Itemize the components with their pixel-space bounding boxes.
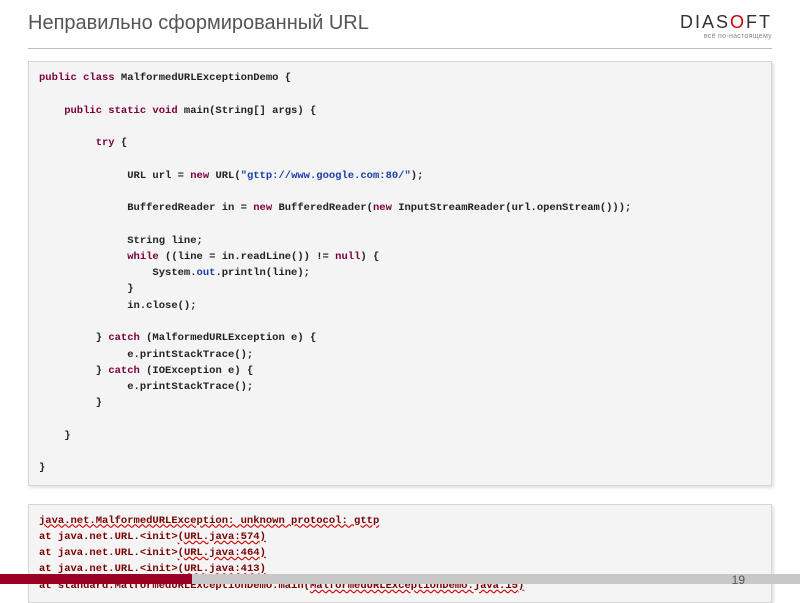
slide-header: Неправильно сформированный URL DIASOFT в… (0, 0, 800, 48)
code-token: MalformedURLExceptionDemo { (115, 72, 291, 84)
brand-logo-suffix: FT (746, 12, 772, 32)
code-token: System. (39, 267, 197, 279)
code-token: ((line = in.readLine()) != (159, 251, 335, 263)
code-token: while (39, 251, 159, 263)
code-token: } (39, 397, 102, 409)
header-divider (28, 48, 772, 49)
footer-accent-bar (0, 574, 800, 584)
code-token: InputStreamReader(url.openStream())); (392, 202, 631, 214)
code-token: "gttp://www.google.com:80/" (241, 170, 411, 182)
code-token: public static void (39, 105, 178, 117)
page-number: 19 (732, 573, 745, 587)
brand-logo: DIASOFT всё по-настоящему (680, 12, 772, 40)
error-token: : unknown protocol: gttp (228, 515, 379, 527)
code-token: BufferedReader in = (39, 202, 253, 214)
error-token: URL.java:574 (184, 531, 260, 543)
code-token: in.close(); (39, 300, 197, 312)
code-token: BufferedReader( (272, 202, 373, 214)
code-block: public class MalformedURLExceptionDemo {… (28, 61, 772, 486)
code-token: .println(line); (215, 267, 310, 279)
error-token: URL.java:464 (184, 547, 260, 559)
code-token: new (190, 170, 209, 182)
code-token: } (39, 332, 108, 344)
code-token: } (39, 283, 134, 295)
code-token: } (39, 365, 108, 377)
code-token: out (197, 267, 216, 279)
footer-bar-red (0, 574, 192, 584)
slide-footer: 19 (0, 574, 800, 600)
code-token: ) { (360, 251, 379, 263)
footer-bar-grey (192, 574, 800, 584)
brand-logo-prefix: DIAS (680, 12, 730, 32)
code-token: URL( (209, 170, 241, 182)
code-token: ); (411, 170, 424, 182)
brand-logo-accent: O (730, 12, 746, 32)
code-token: new (373, 202, 392, 214)
error-token: at java.net.URL.<init> (39, 547, 178, 559)
code-token: } (39, 462, 45, 474)
brand-logo-text: DIASOFT (680, 12, 772, 33)
code-token: URL url = (39, 170, 190, 182)
code-token: (MalformedURLException e) { (140, 332, 316, 344)
code-token: public class (39, 72, 115, 84)
code-token: { (115, 137, 128, 149)
error-token: at java.net.URL.<init> (39, 531, 178, 543)
error-token: java.net.MalformedURLException (39, 515, 228, 527)
error-token: ) (260, 531, 266, 543)
code-token: null (335, 251, 360, 263)
code-token: catch (108, 332, 140, 344)
code-token: new (253, 202, 272, 214)
code-token: e.printStackTrace(); (39, 349, 253, 361)
code-token: catch (108, 365, 140, 377)
code-token: } (39, 430, 71, 442)
brand-logo-tagline: всё по-настоящему (680, 33, 772, 40)
code-token: try (39, 137, 115, 149)
code-token: e.printStackTrace(); (39, 381, 253, 393)
code-token: String line; (39, 235, 203, 247)
code-token: main(String[] args) { (178, 105, 317, 117)
slide-title: Неправильно сформированный URL (28, 12, 369, 35)
error-token: ) (260, 547, 266, 559)
code-token: (IOException e) { (140, 365, 253, 377)
